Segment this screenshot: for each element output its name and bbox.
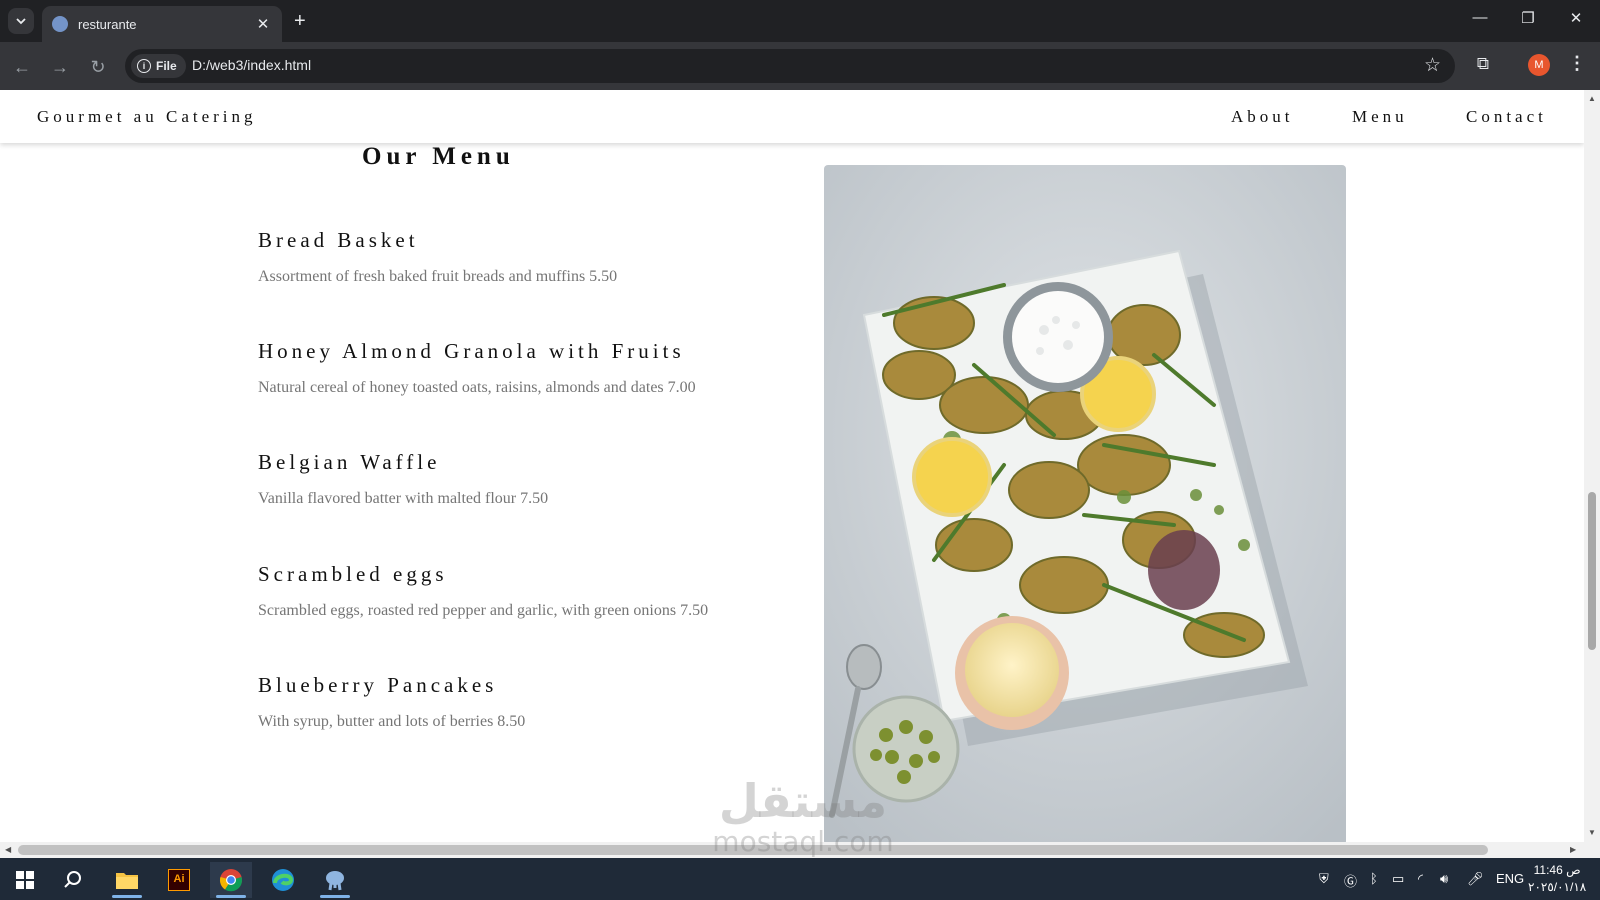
reload-icon[interactable]: ↻ <box>86 55 110 79</box>
menu-item: Belgian Waffle Vanilla flavored batter w… <box>258 450 818 508</box>
nav-menu[interactable]: Menu <box>1352 107 1408 127</box>
item-description: Scrambled eggs, roasted red pepper and g… <box>258 602 709 619</box>
windows-logo-icon <box>16 871 34 889</box>
microphone-icon[interactable]: 🎤︎ <box>1467 871 1484 887</box>
extensions-puzzle-icon[interactable]: ⧉ <box>1473 54 1493 74</box>
shield-icon[interactable]: ⛨ <box>1319 871 1329 887</box>
scroll-up-icon[interactable]: ▲ <box>1587 94 1597 103</box>
item-name: Honey Almond Granola with Fruits <box>258 339 685 363</box>
menu-title: Our Menu <box>362 143 515 170</box>
scroll-left-icon[interactable]: ◀ <box>5 845 11 854</box>
chrome-app[interactable] <box>210 862 252 898</box>
scroll-down-icon[interactable]: ▼ <box>1587 828 1597 837</box>
edge-icon <box>272 869 294 891</box>
close-tab-icon[interactable]: ✕ <box>254 15 272 33</box>
illustrator-app[interactable]: Ai <box>158 862 200 898</box>
brand-name[interactable]: Gourmet au Catering <box>37 107 257 127</box>
url-text[interactable]: D:/web3/index.html <box>192 57 311 73</box>
pgadmin-app[interactable] <box>314 862 356 898</box>
vertical-scroll-thumb[interactable] <box>1588 492 1596 650</box>
item-description: Vanilla flavored batter with malted flou… <box>258 490 549 507</box>
illustrator-icon: Ai <box>168 869 190 891</box>
browser-toolbar: ← → ↻ i File D:/web3/index.html ☆ ⧉ M ⋮ <box>0 42 1600 90</box>
chevron-down-icon <box>16 18 26 25</box>
running-indicator <box>320 895 350 898</box>
wifi-icon[interactable]: ◜ <box>1418 871 1423 887</box>
menu-item: Scrambled eggs Scrambled eggs, roasted r… <box>258 562 818 620</box>
menu-item: Bread Basket Assortment of fresh baked f… <box>258 228 818 286</box>
item-name: Belgian Waffle <box>258 450 441 474</box>
running-indicator <box>216 895 246 898</box>
site-info-chip[interactable]: i File <box>131 54 186 78</box>
edge-app[interactable] <box>262 862 304 898</box>
elephant-icon <box>326 871 344 891</box>
system-clock[interactable]: 11:46 ص ٢٠٢٥/٠١/١٨ <box>1528 862 1586 896</box>
browser-tab[interactable]: resturante ✕ <box>42 6 282 42</box>
forward-icon[interactable]: → <box>48 55 72 79</box>
bookmark-star-icon[interactable]: ☆ <box>1424 54 1441 77</box>
minimize-icon[interactable]: — <box>1468 9 1492 26</box>
horizontal-scroll-thumb[interactable] <box>18 845 1488 855</box>
search-button[interactable] <box>52 862 94 898</box>
menu-item: Blueberry Pancakes With syrup, butter an… <box>258 673 818 731</box>
scroll-right-icon[interactable]: ▶ <box>1570 845 1576 854</box>
page-viewport: Gourmet au Catering About Menu Contact O… <box>0 90 1584 842</box>
item-name: Bread Basket <box>258 228 419 252</box>
search-icon <box>64 871 81 888</box>
clock-time: 11:46 ص <box>1533 863 1581 877</box>
restore-icon[interactable]: ❐ <box>1516 9 1540 27</box>
more-menu-icon[interactable]: ⋮ <box>1568 53 1586 74</box>
volume-icon[interactable]: 🔊︎ <box>1440 871 1448 887</box>
running-indicator <box>112 895 142 898</box>
menu-item: Honey Almond Granola with Fruits Natural… <box>258 339 818 397</box>
browser-tab-strip: resturante ✕ + — ❐ ✕ <box>0 0 1600 42</box>
start-button[interactable] <box>4 862 46 898</box>
new-tab-icon[interactable]: + <box>294 10 306 32</box>
bluetooth-icon[interactable]: ᛒ <box>1370 871 1378 886</box>
battery-icon[interactable]: ▭ <box>1392 871 1404 887</box>
back-icon[interactable]: ← <box>10 55 34 79</box>
item-description: With syrup, butter and lots of berries 8… <box>258 713 526 730</box>
windows-taskbar: Ai ⛨ Ⓖ ᛒ ▭ ◜ 🔊︎ 🎤︎ ENG 11:46 ص ٢٠٢٥/٠١/١… <box>0 858 1600 900</box>
tab-title: resturante <box>78 16 137 32</box>
chrome-icon <box>219 869 243 892</box>
info-icon: i <box>137 59 151 73</box>
clock-date: ٢٠٢٥/٠١/١٨ <box>1528 880 1587 894</box>
language-indicator[interactable]: ENG <box>1496 871 1524 886</box>
tab-search-button[interactable] <box>8 8 34 34</box>
item-description: Assortment of fresh baked fruit breads a… <box>258 268 618 285</box>
nav-about[interactable]: About <box>1231 107 1294 127</box>
globe-icon <box>52 16 68 32</box>
food-photo <box>824 165 1346 842</box>
file-explorer-app[interactable] <box>106 862 148 898</box>
folder-icon <box>116 873 138 889</box>
file-label: File <box>156 59 177 73</box>
vertical-scrollbar[interactable]: ▲ ▼ <box>1584 90 1600 842</box>
horizontal-scrollbar[interactable]: ◀ ▶ <box>0 842 1600 858</box>
item-description: Natural cereal of honey toasted oats, ra… <box>258 379 696 396</box>
site-header: Gourmet au Catering About Menu Contact <box>0 90 1584 143</box>
item-name: Scrambled eggs <box>258 562 448 586</box>
address-bar[interactable]: i File D:/web3/index.html ☆ <box>125 49 1455 83</box>
nav-contact[interactable]: Contact <box>1466 107 1547 127</box>
google-icon[interactable]: Ⓖ <box>1344 871 1357 890</box>
item-name: Blueberry Pancakes <box>258 673 498 697</box>
profile-avatar[interactable]: M <box>1528 54 1550 76</box>
close-window-icon[interactable]: ✕ <box>1564 9 1588 27</box>
